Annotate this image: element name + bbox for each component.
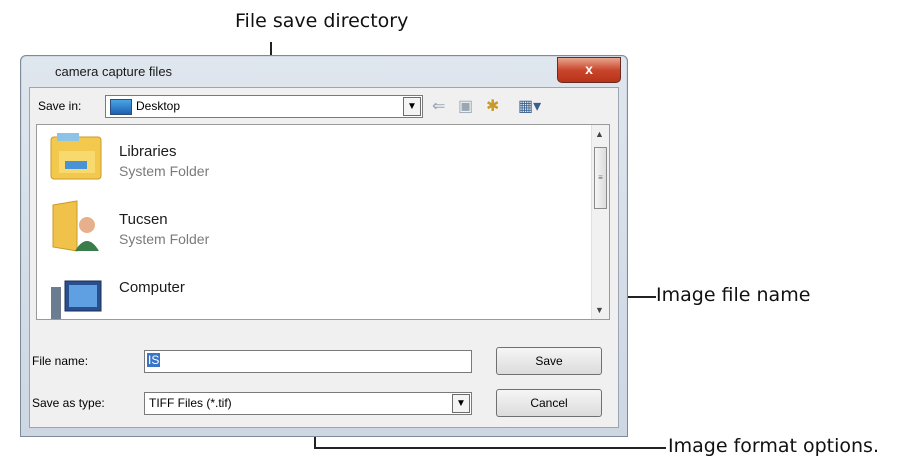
up-folder-icon[interactable]: ▣ bbox=[458, 96, 473, 116]
item-type: System Folder bbox=[119, 231, 210, 247]
chevron-down-icon[interactable]: ▼ bbox=[403, 97, 421, 116]
dialog-client-area: Save in: Desktop ▼ ⇐ ▣ ✱ ▦▾ Libraries Sy… bbox=[29, 87, 619, 428]
annotation-file-name: Image file name bbox=[656, 284, 811, 306]
save-dialog: camera capture files x Save in: Desktop … bbox=[20, 55, 628, 437]
vertical-scrollbar[interactable]: ▲ ≡ ▼ bbox=[591, 125, 609, 319]
new-folder-icon[interactable]: ✱ bbox=[486, 96, 499, 116]
file-name-input[interactable]: IS bbox=[144, 350, 472, 373]
computer-icon bbox=[51, 280, 102, 319]
save-button[interactable]: Save bbox=[496, 347, 602, 375]
file-name-value: IS bbox=[147, 353, 161, 367]
file-name-label: File name: bbox=[32, 354, 89, 368]
view-menu-icon[interactable]: ▦▾ bbox=[518, 96, 541, 116]
close-button[interactable]: x bbox=[557, 57, 621, 83]
annotation-format-options: Image format options. bbox=[668, 435, 879, 457]
item-name: Libraries bbox=[119, 143, 177, 160]
desktop-icon bbox=[110, 99, 132, 115]
item-name: Tucsen bbox=[119, 211, 168, 228]
save-as-type-value: TIFF Files (*.tif) bbox=[149, 396, 232, 410]
scroll-down-icon[interactable]: ▼ bbox=[595, 305, 604, 315]
annotation-save-directory: File save directory bbox=[235, 10, 409, 32]
file-list[interactable]: Libraries System Folder Tucsen System Fo… bbox=[36, 124, 610, 320]
item-type: System Folder bbox=[119, 163, 210, 179]
list-item-libraries[interactable]: Libraries System Folder bbox=[47, 131, 347, 193]
chevron-down-icon[interactable]: ▼ bbox=[452, 394, 470, 413]
save-as-type-dropdown[interactable]: TIFF Files (*.tif) ▼ bbox=[144, 392, 472, 415]
libraries-folder-icon bbox=[50, 133, 102, 180]
cancel-button[interactable]: Cancel bbox=[496, 389, 602, 417]
save-in-label: Save in: bbox=[38, 99, 82, 113]
list-item-tucsen[interactable]: Tucsen System Folder bbox=[47, 199, 347, 261]
dialog-title: camera capture files bbox=[55, 64, 173, 79]
save-in-dropdown[interactable]: Desktop ▼ bbox=[105, 95, 423, 118]
back-arrow-icon[interactable]: ⇐ bbox=[432, 96, 445, 116]
annotation-line-format-h bbox=[314, 447, 666, 449]
list-item-computer[interactable]: Computer bbox=[47, 267, 347, 319]
item-name: Computer bbox=[119, 279, 185, 296]
scrollbar-thumb[interactable]: ≡ bbox=[594, 147, 607, 209]
scroll-up-icon[interactable]: ▲ bbox=[595, 129, 604, 139]
title-bar[interactable]: camera capture files x bbox=[21, 56, 627, 86]
save-in-value: Desktop bbox=[136, 99, 181, 113]
user-folder-icon bbox=[52, 200, 99, 252]
save-as-type-label: Save as type: bbox=[32, 396, 105, 410]
